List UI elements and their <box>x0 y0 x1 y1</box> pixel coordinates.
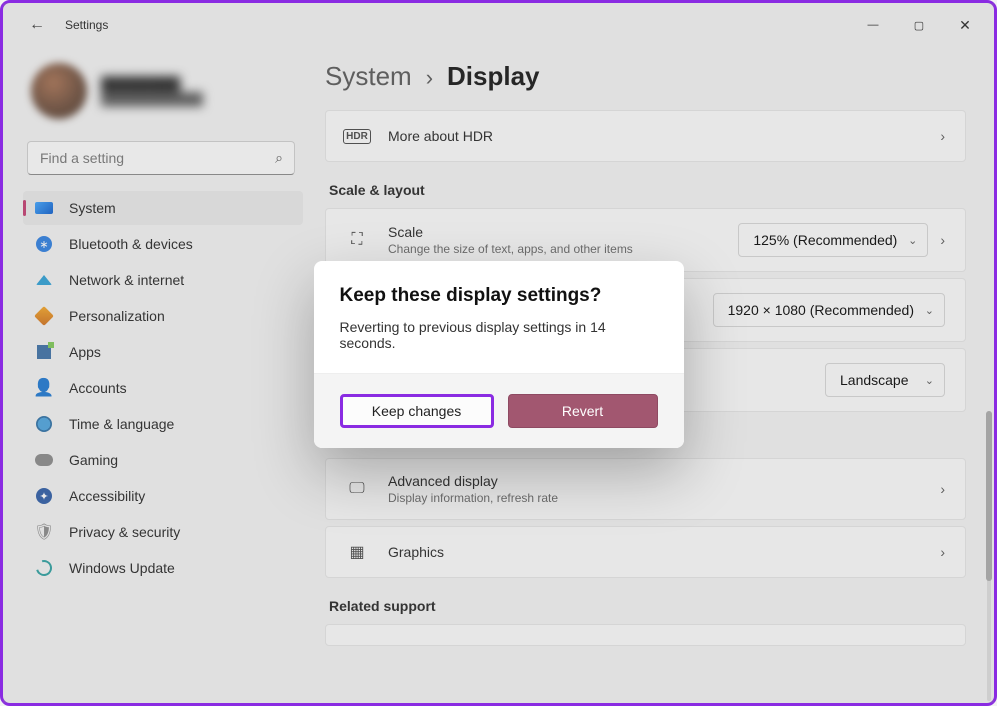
modal-overlay: Keep these display settings? Reverting t… <box>3 3 994 703</box>
display-settings-dialog: Keep these display settings? Reverting t… <box>314 261 684 448</box>
dialog-message: Reverting to previous display settings i… <box>340 319 658 351</box>
dialog-title: Keep these display settings? <box>340 285 658 307</box>
keep-changes-button[interactable]: Keep changes <box>340 394 494 428</box>
revert-button[interactable]: Revert <box>508 394 658 428</box>
